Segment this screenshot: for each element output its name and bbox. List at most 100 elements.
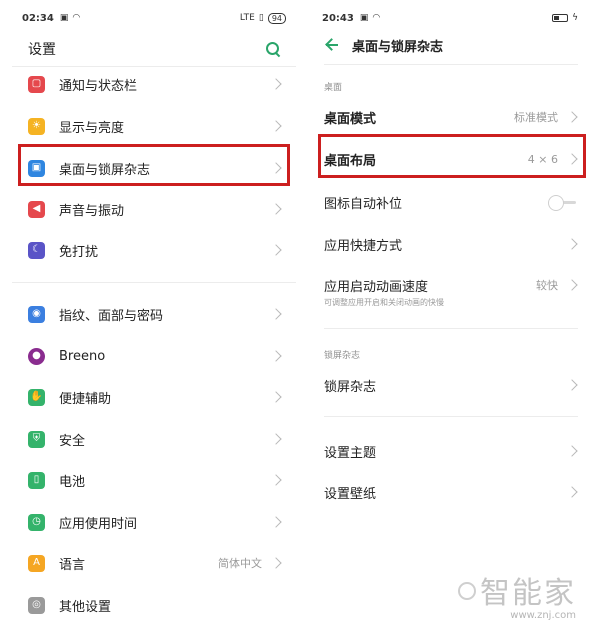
status-bar: 20:43 ▣ ◠ ϟ	[322, 10, 578, 26]
page-title: 设置	[28, 42, 56, 58]
chevron-right-icon	[270, 391, 282, 403]
settings-item-sound[interactable]: ◀ 声音与振动	[12, 189, 296, 229]
desktop-lockscreen-screen: 20:43 ▣ ◠ ϟ 桌面与锁屏杂志 桌面 桌面模式 标准模式 桌面布局 4 …	[312, 0, 588, 641]
settings-item-label: 声音与振动	[59, 203, 125, 219]
chevron-right-icon	[270, 350, 282, 362]
settings-item-security[interactable]: ⛨ 安全	[12, 419, 296, 459]
battery-icon: ▯	[28, 471, 45, 489]
settings-item-breeno[interactable]: ● Breeno	[12, 336, 296, 376]
settings-item-fingerprint[interactable]: ◉ 指纹、面部与密码	[12, 294, 296, 334]
chevron-right-icon	[270, 120, 282, 132]
battery-icon	[552, 14, 569, 22]
wallpaper-label: 设置壁纸	[324, 486, 377, 502]
notification-icon: ▣	[359, 13, 369, 23]
chevron-right-icon	[270, 474, 282, 486]
settings-item-label: 便捷辅助	[59, 391, 112, 407]
chevron-right-icon	[270, 244, 282, 256]
shortcuts-label: 应用快捷方式	[324, 238, 403, 254]
settings-item-label: 指纹、面部与密码	[59, 308, 164, 324]
wallpaper-row[interactable]: 设置壁纸	[312, 481, 588, 503]
lock-magazine-label: 锁屏杂志	[324, 379, 377, 395]
auto-fill-toggle[interactable]	[548, 195, 576, 211]
settings-item-battery[interactable]: ▯ 电池	[12, 460, 296, 500]
charging-icon: ϟ	[572, 13, 578, 23]
chevron-right-icon	[270, 433, 282, 445]
highlight-box	[318, 134, 586, 178]
shortcuts-row[interactable]: 应用快捷方式	[312, 233, 588, 255]
breeno-icon: ●	[28, 347, 45, 365]
status-time: 02:34	[22, 12, 54, 24]
watermark: 智能家 www.znj.com	[458, 576, 576, 621]
chevron-right-icon	[270, 308, 282, 320]
settings-screen: 02:34 ▣ ◠ LTE ▯ 94 设置 ▢ 通知与状态栏 ☀ 显示与亮度 ▣…	[12, 0, 296, 641]
anim-speed-value: 较快	[536, 279, 558, 292]
settings-item-dnd[interactable]: ☾ 免打扰	[12, 230, 296, 270]
search-icon[interactable]	[264, 40, 282, 58]
speaker-icon: ◀	[28, 200, 45, 218]
status-bar: 02:34 ▣ ◠ LTE ▯ 94	[22, 10, 286, 26]
shield-icon: ⛨	[28, 430, 45, 448]
wifi-icon: ◠	[372, 13, 381, 23]
chevron-right-icon	[270, 557, 282, 569]
page-header: 桌面与锁屏杂志	[324, 34, 578, 56]
section-divider	[324, 416, 578, 417]
language-icon: A	[28, 554, 45, 572]
watermark-name: 智能家	[480, 576, 576, 611]
settings-item-accessibility[interactable]: ✋ 便捷辅助	[12, 377, 296, 417]
settings-item-label: 电池	[59, 474, 86, 490]
wifi-icon: ◠	[72, 13, 81, 23]
settings-item-label: 其他设置	[59, 599, 112, 615]
page-header: 设置	[28, 36, 282, 62]
status-time: 20:43	[322, 12, 354, 24]
settings-item-label: Breeno	[59, 348, 106, 364]
notification-bar-icon: ▢	[28, 75, 45, 93]
notification-icon: ▣	[59, 13, 69, 23]
anim-speed-label: 应用启动动画速度	[324, 279, 429, 295]
settings-item-label: 安全	[59, 433, 86, 449]
settings-item-other[interactable]: ◎ 其他设置	[12, 585, 296, 625]
desktop-mode-row[interactable]: 桌面模式 标准模式	[312, 106, 588, 128]
chevron-right-icon	[566, 238, 578, 250]
chevron-right-icon	[566, 111, 578, 123]
chevron-right-icon	[566, 279, 578, 291]
section-label-lock: 锁屏杂志	[324, 351, 361, 361]
page-title: 桌面与锁屏杂志	[352, 39, 444, 55]
chevron-right-icon	[270, 516, 282, 528]
settings-item-display[interactable]: ☀ 显示与亮度	[12, 106, 296, 146]
desktop-mode-value: 标准模式	[514, 111, 558, 124]
settings-item-language[interactable]: A 语言 简体中文	[12, 543, 296, 583]
hand-icon: ✋	[28, 388, 45, 406]
moon-icon: ☾	[28, 241, 45, 259]
chevron-right-icon	[566, 486, 578, 498]
battery-level: 94	[267, 12, 286, 24]
settings-item-label: 通知与状态栏	[59, 78, 138, 94]
settings-item-label: 显示与亮度	[59, 120, 125, 136]
highlight-box	[18, 144, 290, 186]
settings-item-label: 应用使用时间	[59, 516, 138, 532]
theme-label: 设置主题	[324, 445, 377, 461]
settings-item-notifications[interactable]: ▢ 通知与状态栏	[12, 64, 296, 104]
group-divider	[12, 282, 296, 283]
fingerprint-icon: ◉	[28, 305, 45, 323]
settings-item-label: 免打扰	[59, 244, 99, 260]
section-label-desktop: 桌面	[324, 83, 343, 93]
auto-fill-label: 图标自动补位	[324, 196, 403, 212]
clock-icon: ◷	[28, 513, 45, 531]
header-divider	[324, 64, 578, 65]
watermark-logo-icon	[458, 582, 476, 600]
settings-item-screen-time[interactable]: ◷ 应用使用时间	[12, 502, 296, 542]
lock-magazine-row[interactable]: 锁屏杂志	[312, 374, 588, 396]
chevron-right-icon	[270, 203, 282, 215]
anim-speed-subtitle: 可调整应用开启和关闭动画的快慢	[324, 298, 444, 307]
anim-speed-row[interactable]: 应用启动动画速度 较快	[312, 274, 588, 296]
back-arrow-icon[interactable]	[324, 37, 340, 53]
chevron-right-icon	[566, 379, 578, 391]
vibrate-icon: ▯	[258, 13, 264, 23]
chevron-right-icon	[270, 78, 282, 90]
chevron-right-icon	[566, 445, 578, 457]
theme-row[interactable]: 设置主题	[312, 440, 588, 462]
section-divider	[324, 328, 578, 329]
settings-item-label: 语言	[59, 557, 86, 573]
auto-fill-row[interactable]: 图标自动补位	[312, 191, 588, 213]
brightness-icon: ☀	[28, 117, 45, 135]
